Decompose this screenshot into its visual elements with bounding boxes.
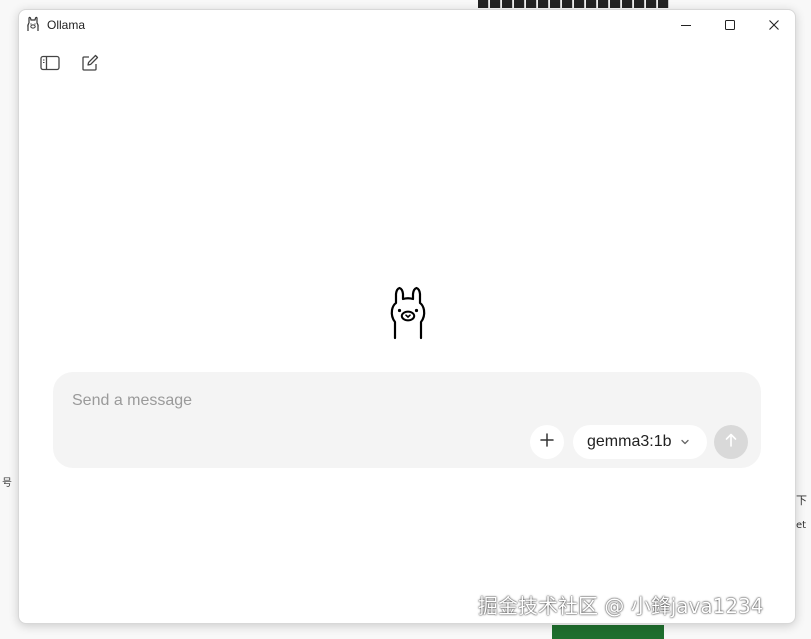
message-input[interactable] — [69, 388, 505, 414]
ollama-app-icon — [26, 16, 40, 32]
window-title: Ollama — [47, 18, 86, 32]
plus-icon — [539, 432, 555, 452]
arrow-up-icon — [724, 432, 738, 452]
sidebar-toggle-icon — [40, 55, 60, 75]
close-icon — [768, 16, 780, 35]
message-composer: gemma3:1b — [53, 372, 761, 468]
chevron-down-icon — [680, 438, 690, 446]
new-chat-button[interactable] — [78, 54, 102, 76]
watermark-text: 掘金技术社区 @ 小鋒java1234 — [478, 594, 764, 618]
ollama-window: Ollama Send a message gemma3:1b — [18, 9, 796, 624]
sidebar-toggle-button[interactable] — [38, 54, 62, 76]
background-partial-text: ████████████████ — [478, 0, 670, 8]
model-label: gemma3:1b — [587, 433, 672, 450]
close-button[interactable] — [752, 10, 795, 40]
new-chat-icon — [81, 54, 99, 76]
background-left-text: 号 — [2, 478, 12, 489]
minimize-icon — [680, 16, 692, 35]
background-right-text-2: et — [796, 520, 807, 531]
maximize-icon — [724, 16, 736, 35]
desktop-background: ████████████████ 号 下 et Ollama Send a me… — [0, 0, 811, 639]
background-green-bar — [552, 625, 664, 639]
minimize-button[interactable] — [664, 10, 708, 40]
maximize-button[interactable] — [708, 10, 752, 40]
ollama-llama-icon — [386, 286, 430, 340]
title-bar[interactable]: Ollama — [19, 10, 795, 40]
model-selector[interactable]: gemma3:1b — [573, 425, 707, 459]
send-button[interactable] — [714, 425, 748, 459]
background-right-text-1: 下 — [796, 494, 807, 507]
attach-button[interactable] — [530, 425, 564, 459]
